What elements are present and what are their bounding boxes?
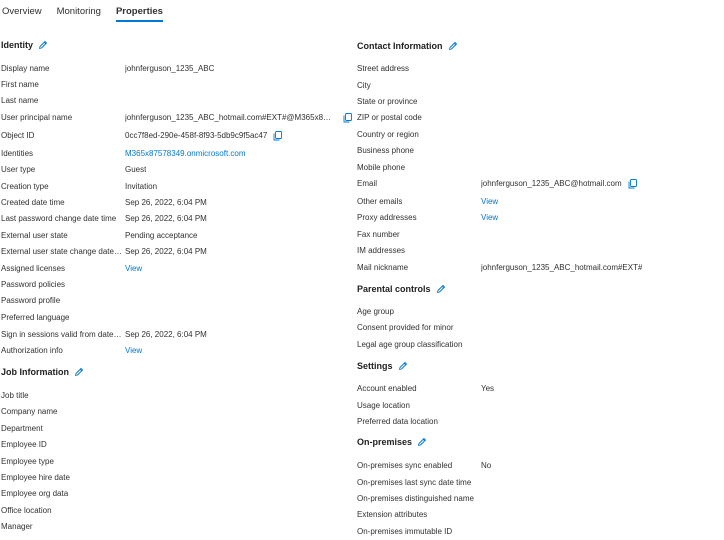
copy-icon[interactable] — [628, 179, 637, 189]
onprem-section-title: On-premises — [357, 437, 427, 447]
identities-link[interactable]: M365x87578349.onmicrosoft.com — [125, 148, 246, 160]
left-column: Identity Display name johnferguson_1235_… — [1, 0, 351, 540]
edit-pencil-icon[interactable] — [436, 284, 446, 294]
right-column: Contact Information Street address City … — [357, 41, 643, 536]
object-id-value: 0cc7f8ed-290e-458f-8f93-5db9c9f5ac47 — [125, 131, 268, 140]
copy-icon[interactable] — [273, 131, 282, 141]
parental-section-title: Parental controls — [357, 284, 446, 294]
identity-section-title: Identity — [1, 40, 48, 50]
edit-pencil-icon[interactable] — [417, 437, 427, 447]
edit-pencil-icon[interactable] — [398, 361, 408, 371]
edit-pencil-icon[interactable] — [38, 40, 48, 50]
upn-value: johnferguson_1235_ABC_hotmail.com#EXT#@M… — [125, 113, 335, 122]
settings-section-title: Settings — [357, 361, 408, 371]
job-section-title: Job Information — [1, 367, 84, 377]
contact-section-title: Contact Information — [357, 41, 458, 51]
other-emails-view-link[interactable]: View — [481, 196, 498, 208]
edit-pencil-icon[interactable] — [74, 367, 84, 377]
email-value: johnferguson_1235_ABC@hotmail.com — [481, 179, 622, 188]
authorization-info-view-link[interactable]: View — [125, 345, 142, 357]
copy-icon[interactable] — [343, 113, 352, 123]
proxy-addresses-view-link[interactable]: View — [481, 212, 498, 224]
assigned-licenses-view-link[interactable]: View — [125, 263, 142, 275]
edit-pencil-icon[interactable] — [448, 41, 458, 51]
